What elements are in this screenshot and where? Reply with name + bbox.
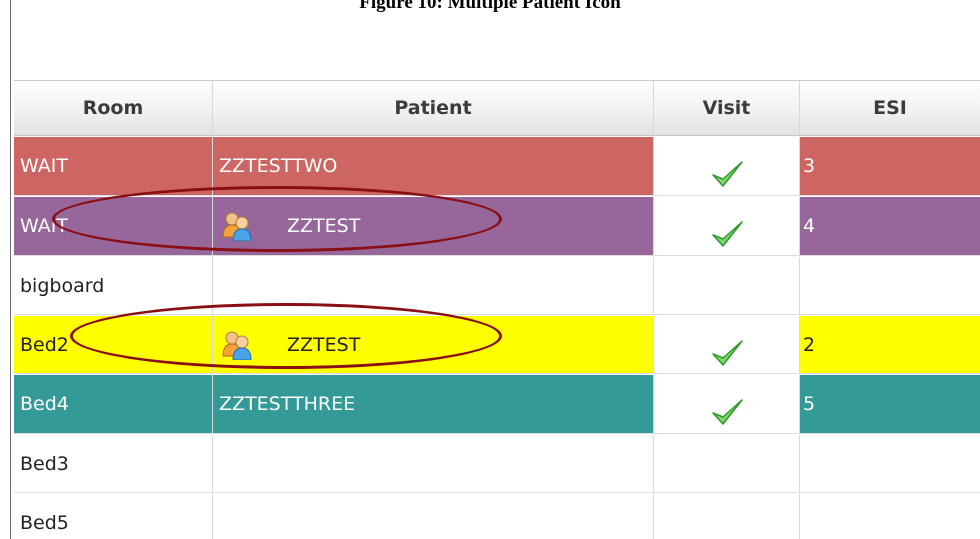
room-cell: Bed5	[14, 494, 213, 539]
room-cell: Bed3	[14, 435, 213, 492]
grid-header-row: Room Patient Visit ESI	[14, 80, 980, 136]
visit-cell	[654, 137, 800, 195]
column-header-room[interactable]: Room	[14, 81, 213, 135]
patient-name: ZZTEST	[287, 215, 361, 237]
table-row[interactable]: Bed5	[14, 494, 980, 539]
patient-tracking-grid: Room Patient Visit ESI WAIT ZZTESTTWO 3 WAI…	[14, 80, 980, 539]
patient-cell[interactable]: ZZTEST	[213, 197, 654, 255]
visit-cell	[654, 316, 800, 373]
page-margin-line	[10, 0, 11, 539]
esi-cell: 4	[803, 215, 816, 237]
checkmark-icon	[710, 219, 744, 249]
patient-cell[interactable]: ZZTESTTWO	[213, 137, 654, 195]
esi-cell: 5	[803, 393, 816, 415]
room-cell: Bed4	[14, 375, 213, 433]
esi-cell	[800, 257, 980, 314]
room-cell: WAIT	[14, 137, 213, 195]
column-header-visit[interactable]: Visit	[654, 81, 800, 135]
checkmark-icon	[710, 338, 744, 368]
table-row[interactable]: WAIT ZZTESTTWO 3	[14, 137, 980, 196]
figure-caption: Figure 10: Multiple Patient Icon	[359, 0, 621, 13]
table-row[interactable]: WAIT ZZTEST 4	[14, 197, 980, 256]
patient-cell[interactable]	[213, 494, 654, 539]
multiple-patients-icon[interactable]	[221, 330, 253, 360]
table-row[interactable]: Bed4 ZZTESTTHREE 5	[14, 375, 980, 434]
visit-cell	[654, 494, 800, 539]
checkmark-icon	[710, 159, 744, 189]
esi-cell	[800, 494, 980, 539]
room-cell: Bed2	[14, 316, 213, 373]
patient-cell[interactable]: ZZTESTTHREE	[213, 375, 654, 433]
visit-cell	[654, 257, 800, 314]
patient-name: ZZTEST	[287, 333, 361, 356]
room-cell: bigboard	[14, 257, 213, 314]
room-cell: WAIT	[14, 197, 213, 255]
patient-cell[interactable]: ZZTEST	[213, 316, 654, 373]
visit-cell	[654, 375, 800, 433]
table-row[interactable]: Bed2 ZZTEST 2	[14, 316, 980, 374]
table-row[interactable]: bigboard	[14, 257, 980, 315]
visit-cell	[654, 197, 800, 255]
multiple-patients-icon[interactable]	[221, 211, 253, 242]
visit-cell	[654, 435, 800, 492]
patient-cell[interactable]	[213, 435, 654, 492]
checkmark-icon	[710, 397, 744, 427]
table-row[interactable]: Bed3	[14, 435, 980, 493]
column-header-patient[interactable]: Patient	[213, 81, 654, 135]
patient-name: ZZTESTTWO	[219, 155, 338, 177]
esi-cell: 2	[803, 333, 816, 356]
esi-cell	[800, 435, 980, 492]
patient-cell[interactable]	[213, 257, 654, 314]
patient-name: ZZTESTTHREE	[219, 393, 356, 415]
esi-cell: 3	[803, 155, 816, 177]
column-header-esi[interactable]: ESI	[800, 81, 980, 135]
